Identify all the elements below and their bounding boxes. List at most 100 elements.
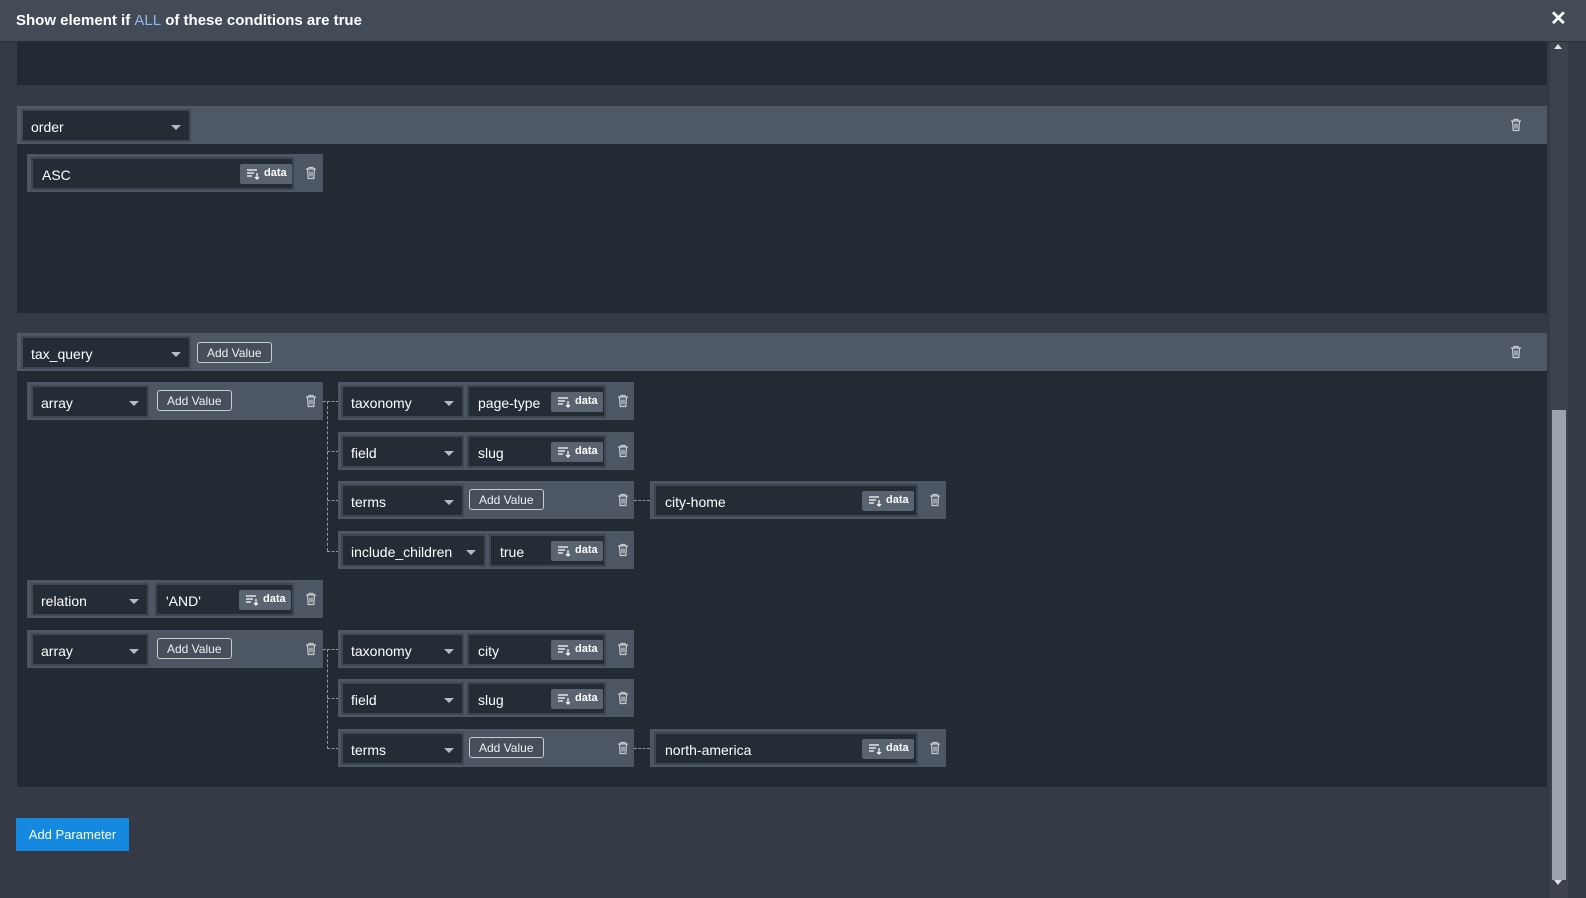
- trash-icon[interactable]: [617, 642, 629, 656]
- terms-add-value-button[interactable]: Add Value: [469, 737, 544, 758]
- order-key-label: order: [31, 119, 64, 135]
- title-all-toggle[interactable]: ALL: [134, 12, 161, 29]
- chevron-down-icon: [129, 649, 139, 654]
- chevron-down-icon: [171, 125, 181, 130]
- tax-query-key-select[interactable]: tax_query: [21, 336, 191, 369]
- data-list-icon: [558, 397, 571, 408]
- terms-item-input[interactable]: north-america data: [654, 732, 918, 765]
- terms-key-select[interactable]: terms: [341, 732, 464, 765]
- array-1-field-row: field slug data: [338, 432, 634, 470]
- taxonomy-value-input[interactable]: page-type data: [467, 385, 606, 418]
- order-value-text: ASC: [42, 167, 71, 183]
- trash-icon[interactable]: [617, 444, 629, 458]
- title-prefix: Show element if: [16, 12, 135, 29]
- tree-connector: [634, 748, 650, 749]
- close-icon[interactable]: ✕: [1550, 9, 1567, 29]
- add-parameter-button[interactable]: Add Parameter: [16, 818, 129, 851]
- array-2-field-row: field slug data: [338, 679, 634, 717]
- include-children-key-select[interactable]: include_children: [341, 534, 486, 567]
- data-button-label: data: [264, 167, 287, 179]
- relation-key-select[interactable]: relation: [31, 583, 149, 616]
- scrollbar-thumb[interactable]: [1552, 410, 1566, 880]
- chevron-down-icon: [129, 599, 139, 604]
- trash-icon[interactable]: [305, 166, 317, 180]
- trash-icon[interactable]: [929, 493, 941, 507]
- include-children-value-input[interactable]: true data: [489, 534, 606, 567]
- data-button[interactable]: data: [551, 640, 603, 660]
- data-button-label: data: [575, 544, 598, 556]
- terms-item-row: north-america data: [650, 729, 946, 767]
- taxonomy-key-label: taxonomy: [351, 395, 412, 411]
- tree-connector: [634, 500, 650, 501]
- data-button[interactable]: data: [239, 590, 291, 610]
- data-button-label: data: [575, 395, 598, 407]
- trash-icon[interactable]: [617, 741, 629, 755]
- field-key-label: field: [351, 692, 377, 708]
- terms-item-input[interactable]: city-home data: [654, 484, 918, 517]
- array-1-add-value-button[interactable]: Add Value: [157, 390, 232, 411]
- terms-item-text: city-home: [665, 494, 726, 510]
- field-key-select[interactable]: field: [341, 682, 464, 715]
- array-1-key-select[interactable]: array: [31, 385, 149, 418]
- chevron-down-icon: [444, 500, 454, 505]
- taxonomy-value-input[interactable]: city data: [467, 633, 606, 666]
- data-button[interactable]: data: [551, 392, 603, 412]
- trash-icon[interactable]: [305, 394, 317, 408]
- data-button[interactable]: data: [862, 739, 914, 759]
- include-children-value-text: true: [500, 544, 525, 560]
- include-children-key-label: include_children: [351, 544, 453, 560]
- data-list-icon: [558, 694, 571, 705]
- trash-icon[interactable]: [617, 543, 629, 557]
- title-suffix: of these conditions are true: [161, 12, 362, 29]
- relation-value-input[interactable]: 'AND' data: [155, 583, 294, 616]
- field-value-text: slug: [478, 692, 504, 708]
- field-key-label: field: [351, 445, 377, 461]
- taxonomy-key-select[interactable]: taxonomy: [341, 633, 464, 666]
- chevron-down-icon: [444, 698, 454, 703]
- tree-connector: [327, 649, 328, 749]
- data-list-icon: [558, 546, 571, 557]
- taxonomy-value-text: city: [478, 643, 499, 659]
- field-value-input[interactable]: slug data: [467, 435, 606, 468]
- data-button[interactable]: data: [551, 541, 603, 561]
- data-list-icon: [869, 744, 882, 755]
- trash-icon[interactable]: [617, 691, 629, 705]
- data-list-icon: [247, 169, 260, 180]
- array-2-row: array Add Value: [27, 630, 323, 668]
- trash-icon[interactable]: [617, 493, 629, 507]
- terms-add-value-button[interactable]: Add Value: [469, 489, 544, 510]
- data-button[interactable]: data: [551, 442, 603, 462]
- field-value-input[interactable]: slug data: [467, 682, 606, 715]
- data-button-label: data: [886, 494, 909, 506]
- data-button[interactable]: data: [240, 164, 292, 184]
- scroll-down-arrow-icon[interactable]: [1554, 880, 1562, 885]
- relation-value-text: 'AND': [166, 593, 201, 609]
- trash-icon[interactable]: [1510, 345, 1522, 359]
- order-parameter-panel: order ASC data: [17, 106, 1547, 313]
- trash-icon[interactable]: [305, 592, 317, 606]
- order-key-select[interactable]: order: [21, 109, 191, 142]
- field-key-select[interactable]: field: [341, 435, 464, 468]
- add-value-button[interactable]: Add Value: [197, 342, 272, 363]
- trash-icon[interactable]: [305, 642, 317, 656]
- trash-icon[interactable]: [617, 394, 629, 408]
- modal-title: Show element if ALL of these conditions …: [16, 12, 362, 29]
- data-button[interactable]: data: [862, 491, 914, 511]
- data-button[interactable]: data: [551, 689, 603, 709]
- order-value-input[interactable]: ASC data: [31, 157, 294, 190]
- trash-icon[interactable]: [1510, 118, 1522, 132]
- scroll-up-arrow-icon[interactable]: [1554, 44, 1562, 49]
- chevron-down-icon: [444, 649, 454, 654]
- terms-key-label: terms: [351, 494, 386, 510]
- array-2-key-select[interactable]: array: [31, 633, 149, 666]
- terms-key-select[interactable]: terms: [341, 484, 464, 517]
- relation-row: relation 'AND' data: [27, 580, 323, 618]
- trash-icon[interactable]: [929, 741, 941, 755]
- tax-query-header: tax_query Add Value: [17, 333, 1547, 371]
- array-2-add-value-button[interactable]: Add Value: [157, 638, 232, 659]
- taxonomy-value-text: page-type: [478, 395, 541, 411]
- taxonomy-key-select[interactable]: taxonomy: [341, 385, 464, 418]
- data-list-icon: [558, 645, 571, 656]
- data-list-icon: [246, 595, 259, 606]
- tree-connector: [327, 401, 328, 551]
